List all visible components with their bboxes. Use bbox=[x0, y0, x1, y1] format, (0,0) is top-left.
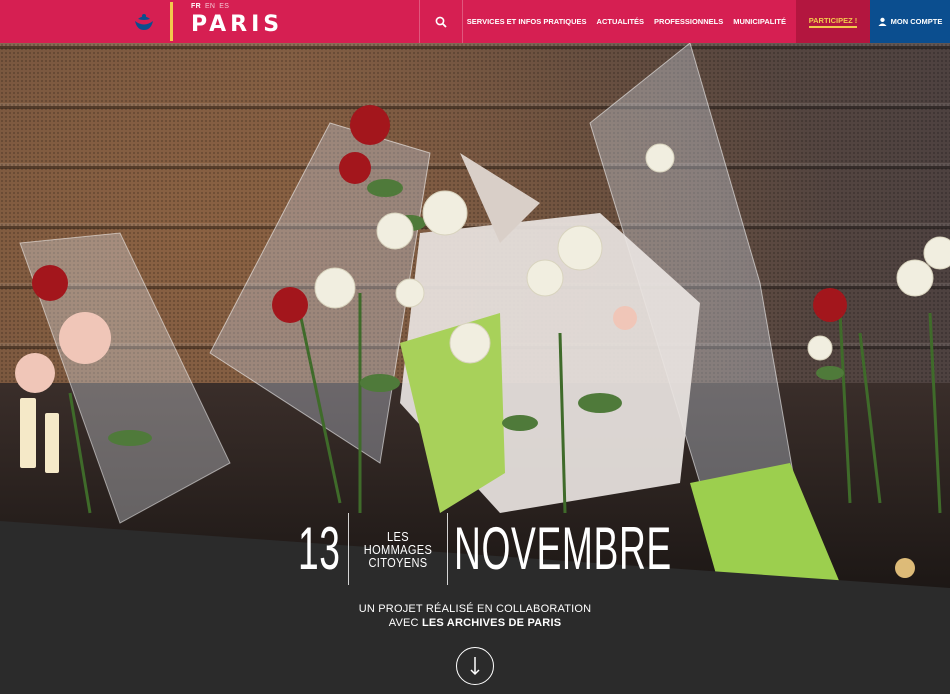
arrow-down-icon bbox=[470, 657, 480, 676]
user-icon bbox=[878, 17, 887, 26]
search-icon bbox=[435, 16, 447, 28]
paris-ship-logo-icon bbox=[135, 13, 153, 30]
lang-es[interactable]: ES bbox=[219, 3, 229, 10]
title-day: 13 bbox=[298, 515, 341, 582]
lang-fr[interactable]: FR bbox=[191, 3, 201, 10]
credit-line-1: UN PROJET RÉALISÉ EN COLLABORATION bbox=[358, 603, 592, 615]
search-button[interactable] bbox=[419, 0, 463, 43]
nav-actualites[interactable]: ACTUALITÉS bbox=[597, 17, 645, 26]
nav-municipalite[interactable]: MUNICIPALITÉ bbox=[733, 17, 786, 26]
top-navigation-bar: FR EN ES PARIS SERVICES ET INFOS PRATIQU… bbox=[0, 0, 950, 43]
participez-button[interactable]: PARTICIPEZ ! bbox=[796, 0, 870, 43]
title-divider-right bbox=[447, 513, 448, 585]
title-month: NOVEMBRE bbox=[454, 515, 672, 582]
credit-prefix: AVEC bbox=[388, 617, 419, 629]
archives-link[interactable]: LES ARCHIVES DE PARIS bbox=[422, 617, 561, 629]
main-nav: SERVICES ET INFOS PRATIQUES ACTUALITÉS P… bbox=[463, 0, 796, 43]
lang-en[interactable]: EN bbox=[205, 3, 215, 10]
scroll-down-button[interactable] bbox=[456, 647, 494, 685]
language-switcher: FR EN ES bbox=[191, 3, 229, 10]
paris-logo[interactable] bbox=[0, 0, 170, 43]
subtitle-line-3: CITOYENS bbox=[368, 554, 428, 570]
nav-services[interactable]: SERVICES ET INFOS PRATIQUES bbox=[467, 17, 587, 26]
credit-line-2: AVEC LES ARCHIVES DE PARIS bbox=[0, 616, 950, 630]
account-button[interactable]: MON COMPTE bbox=[870, 0, 950, 43]
brand-wordmark[interactable]: PARIS bbox=[191, 12, 283, 37]
account-label: MON COMPTE bbox=[890, 17, 943, 26]
page: 13 LES HOMMAGES CITOYENS NOVEMBRE UN PRO… bbox=[0, 0, 950, 694]
title-subtitle: LES HOMMAGES CITOYENS bbox=[361, 530, 434, 569]
nav-professionnels[interactable]: PROFESSIONNELS bbox=[654, 17, 723, 26]
hero-title-block: 13 LES HOMMAGES CITOYENS NOVEMBRE UN PRO… bbox=[0, 505, 950, 694]
participez-label: PARTICIPEZ ! bbox=[808, 16, 858, 28]
brand-area: FR EN ES PARIS bbox=[173, 0, 419, 43]
project-credit: UN PROJET RÉALISÉ EN COLLABORATION AVEC … bbox=[0, 602, 950, 630]
title-divider-left bbox=[348, 513, 349, 585]
hero-title: 13 LES HOMMAGES CITOYENS NOVEMBRE bbox=[298, 513, 672, 585]
